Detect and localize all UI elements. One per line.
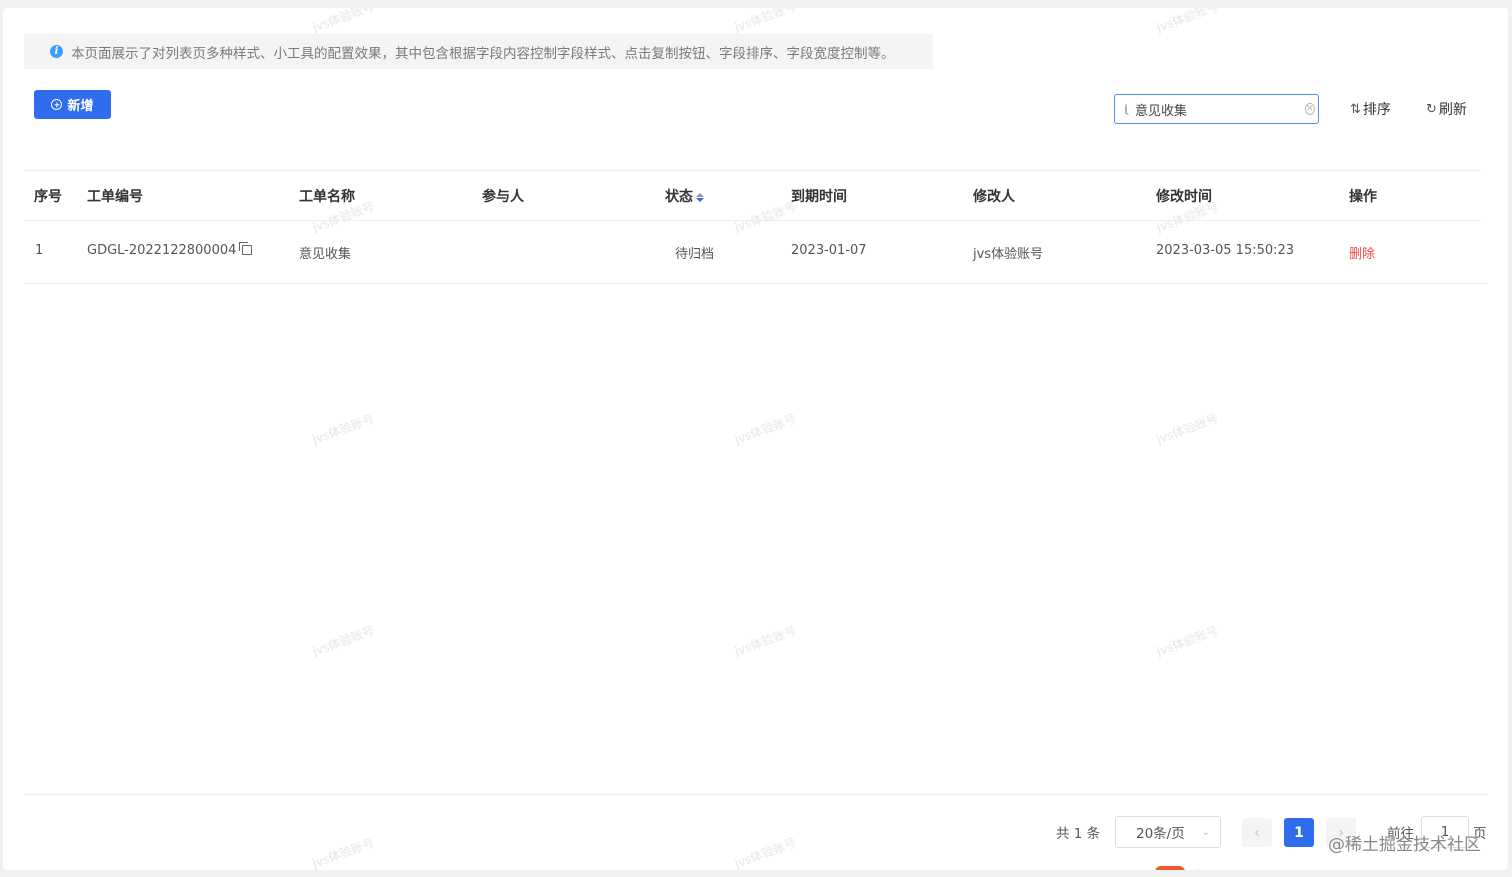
watermark: jvs体验账号 [732,411,799,447]
sort-icon: ⇅ [1350,101,1361,117]
cell-modifier: jvs体验账号 [973,247,1044,262]
keyboard-icon[interactable]: ▦ [1251,869,1262,871]
cell-name: 意见收集 [299,247,352,262]
cell-due: 2023-01-07 [791,243,867,258]
page-size-value: 20条/页 [1136,826,1185,842]
chevron-down-icon: ⌄ [1201,826,1210,838]
cell-modified-at: 2023-03-05 15:50:23 [1156,243,1295,258]
header-divider [24,220,1481,221]
prev-page-button[interactable]: ‹ [1242,818,1272,847]
page-number-button[interactable]: 1 [1284,818,1314,847]
header-status[interactable]: 状态 [665,186,704,206]
ime-toolbar[interactable]: S 中 ∘, ● ▦ ♥ ▪▪ [1155,865,1305,871]
page-frame: jvs体验账号 jvs体验账号 jvs体验账号 jvs体验账号 jvs体验账号 … [3,8,1508,870]
refresh-label: 刷新 [1438,102,1467,118]
watermark: jvs体验账号 [732,623,799,659]
page-size-select[interactable]: 20条/页 ⌄ [1115,816,1221,848]
header-modified-at: 修改时间 [1156,189,1212,205]
skin-icon[interactable]: ♥ [1270,869,1281,871]
add-button-label: 新增 [67,99,94,114]
refresh-icon: ↻ [1426,101,1437,117]
header-due: 到期时间 [791,189,847,205]
site-credit: @稀土掘金技术社区 [1328,835,1481,855]
sort-caret-icon[interactable] [696,192,704,202]
apps-icon[interactable]: ▪▪ [1289,869,1305,871]
sort-button[interactable]: ⇅ 排序 [1350,99,1391,119]
add-button[interactable]: 新增 [34,90,111,119]
cell-index: 1 [35,243,44,258]
header-participants: 参与人 [482,189,524,205]
cell-status: 待归档 [675,247,715,262]
pagination-total: 共 1 条 [1056,826,1101,842]
refresh-button[interactable]: ↻ 刷新 [1426,99,1467,119]
watermark: jvs体验账号 [310,411,377,447]
watermark: jvs体验账号 [310,623,377,659]
chevron-left-icon: ‹ [1254,824,1260,841]
watermark: jvs体验账号 [1154,623,1221,659]
microphone-icon[interactable]: ● [1232,869,1242,871]
delete-link[interactable]: 删除 [1349,243,1375,262]
search-icon [1125,103,1127,115]
header-index: 序号 [34,189,62,205]
row-divider [24,283,1488,284]
watermark: jvs体验账号 [732,199,799,235]
table-top-border [24,170,1481,171]
header-status-label: 状态 [665,189,693,205]
watermark: jvs体验账号 [732,8,799,35]
ime-logo-icon: S [1155,865,1185,870]
cell-code: GDGL-2022122800004 [87,242,253,258]
header-actions: 操作 [1349,189,1377,205]
clear-icon[interactable]: ✕ [1305,103,1315,115]
info-icon: i [50,45,63,58]
watermark: jvs体验账号 [732,835,799,870]
plus-circle-icon [51,99,63,110]
header-modifier: 修改人 [973,189,1015,205]
sort-label: 排序 [1362,102,1391,118]
ime-punct-icon[interactable]: ∘, [1213,869,1224,871]
watermark: jvs体验账号 [310,8,377,35]
notice-text: 本页面展示了对列表页多种样式、小工具的配置效果，其中包含根据字段内容控制字段样式… [71,45,895,62]
copy-icon[interactable] [239,242,253,255]
header-code: 工单编号 [87,189,143,205]
watermark: jvs体验账号 [1154,8,1221,35]
pagination-divider [24,794,1488,795]
ime-lang[interactable]: 中 [1193,867,1205,870]
info-notice: i 本页面展示了对列表页多种样式、小工具的配置效果，其中包含根据字段内容控制字段… [24,34,933,69]
search-box[interactable]: ✕ [1114,94,1319,124]
cell-code-text: GDGL-2022122800004 [87,243,237,258]
header-name: 工单名称 [299,189,355,205]
search-input[interactable] [1135,101,1305,117]
watermark: jvs体验账号 [1154,411,1221,447]
watermark: jvs体验账号 [310,835,377,870]
